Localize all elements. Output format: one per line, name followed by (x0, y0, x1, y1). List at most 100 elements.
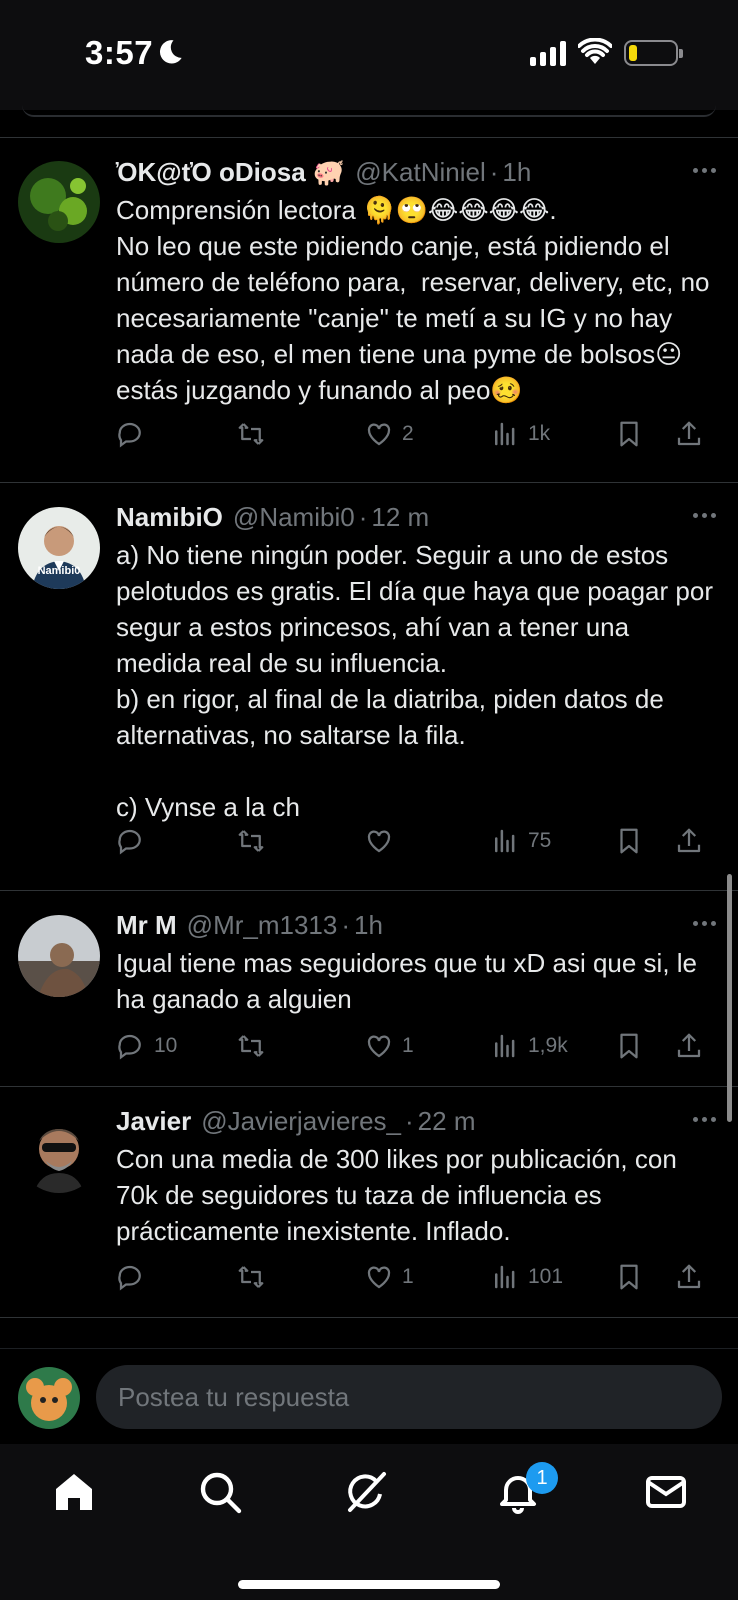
more-options-icon[interactable] (693, 497, 716, 533)
grok-icon (348, 1472, 386, 1512)
more-options-icon[interactable] (693, 152, 716, 188)
wifi-icon (578, 38, 612, 64)
share-button[interactable] (674, 1259, 704, 1295)
avatar[interactable] (18, 1111, 100, 1193)
user-handle[interactable]: @Javierjavieres_ (201, 1106, 401, 1137)
like-button[interactable]: 1 (364, 1259, 414, 1295)
bookmark-button[interactable] (614, 416, 644, 452)
bookmark-icon (620, 421, 638, 447)
battery-icon (624, 40, 683, 66)
tweet-actions: 75 (116, 823, 720, 859)
bookmark-icon (620, 828, 638, 854)
status-time: 3:57 (85, 34, 154, 71)
views-chart-icon (495, 829, 515, 853)
replies-timeline[interactable]: ὈK@tὈ oDiosa 🐖 @KatNiniel · 1h Comprensi… (0, 137, 738, 1318)
tweet[interactable]: Namibi0 NamibiO @Namibi0 · 12 m a) No ti… (0, 482, 738, 890)
avatar[interactable] (18, 161, 100, 243)
share-button[interactable] (674, 1028, 704, 1064)
status-bar: 3:57 (0, 0, 738, 117)
tweet-header: ὈK@tὈ oDiosa 🐖 @KatNiniel · 1h (116, 156, 532, 188)
header-edge (22, 105, 716, 117)
tweet-actions: 1 101 (116, 1259, 720, 1295)
reply-composer (0, 1348, 738, 1444)
more-options-icon[interactable] (693, 905, 716, 941)
nav-search[interactable] (196, 1468, 244, 1516)
moon-icon (159, 40, 182, 64)
tweet[interactable]: ὈK@tὈ oDiosa 🐖 @KatNiniel · 1h Comprensi… (0, 137, 738, 482)
notifications-badge: 1 (526, 1462, 558, 1494)
bookmark-icon (620, 1264, 638, 1290)
home-indicator[interactable] (238, 1580, 500, 1589)
like-button[interactable] (364, 823, 402, 859)
display-name[interactable]: Javier (116, 1106, 191, 1137)
display-name[interactable]: ὈK@tὈ oDiosa 🐖 (116, 157, 345, 188)
retweet-button[interactable] (236, 823, 274, 859)
timestamp[interactable]: 12 m (371, 502, 429, 533)
reply-input[interactable] (96, 1365, 722, 1429)
nav-messages[interactable] (642, 1468, 690, 1516)
home-icon (56, 1474, 92, 1510)
like-button[interactable]: 1 (364, 1028, 414, 1064)
views-chart-icon (495, 422, 515, 446)
tweet-text: Comprensión lectora 🫠🙄😂😂😂😂. No leo que e… (116, 195, 710, 405)
more-options-icon[interactable] (693, 1101, 716, 1137)
share-icon (677, 1264, 701, 1289)
retweet-icon (238, 1035, 264, 1057)
retweet-button[interactable] (236, 416, 274, 452)
share-button[interactable] (674, 823, 704, 859)
bottom-navigation: 1 (0, 1444, 738, 1600)
user-handle[interactable]: @Namibi0 (233, 502, 355, 533)
retweet-button[interactable] (236, 1028, 274, 1064)
scrollbar[interactable] (727, 874, 732, 1122)
views-button[interactable]: 1k (490, 416, 550, 452)
tweet[interactable]: Javier @Javierjavieres_ · 22 m Con una m… (0, 1086, 738, 1318)
nav-grok[interactable] (342, 1468, 390, 1516)
tweet-text: Con una media de 300 likes por publicaci… (116, 1144, 685, 1246)
reply-icon (118, 1265, 141, 1291)
reply-button[interactable] (116, 416, 154, 452)
share-icon (677, 828, 701, 853)
views-button[interactable]: 75 (490, 823, 551, 859)
share-icon (677, 421, 701, 446)
display-name[interactable]: NamibiO (116, 502, 223, 533)
reply-icon (118, 829, 141, 855)
reply-button[interactable]: 10 (116, 1028, 177, 1064)
bookmark-button[interactable] (614, 1259, 644, 1295)
tweet-text: a) No tiene ningún poder. Seguir a uno d… (116, 540, 713, 822)
bookmark-button[interactable] (614, 823, 644, 859)
views-button[interactable]: 101 (490, 1259, 563, 1295)
tweet-actions: 10 1 1,9k (116, 1028, 720, 1064)
share-icon (677, 1033, 701, 1058)
heart-icon (367, 423, 391, 446)
tweet-header: Javier @Javierjavieres_ · 22 m (116, 1105, 476, 1137)
share-button[interactable] (674, 416, 704, 452)
like-button[interactable]: 2 (364, 416, 414, 452)
tweet[interactable]: Mr M @Mr_m1313 · 1h Igual tiene mas segu… (0, 890, 738, 1086)
tweet-text: Igual tiene mas seguidores que tu xD asi… (116, 948, 705, 1014)
timestamp[interactable]: 1h (354, 910, 383, 941)
timestamp[interactable]: 1h (502, 157, 531, 188)
cellular-signal-icon (530, 40, 566, 66)
reply-button[interactable] (116, 823, 154, 859)
avatar[interactable] (18, 915, 100, 997)
user-handle[interactable]: @KatNiniel (355, 157, 485, 188)
views-chart-icon (495, 1265, 515, 1289)
avatar-label: Namibi0 (37, 565, 81, 577)
timestamp[interactable]: 22 m (418, 1106, 476, 1137)
views-button[interactable]: 1,9k (490, 1028, 568, 1064)
display-name[interactable]: Mr M (116, 910, 177, 941)
retweet-button[interactable] (236, 1259, 274, 1295)
tweet-header: NamibiO @Namibi0 · 12 m (116, 501, 430, 533)
views-chart-icon (495, 1034, 515, 1058)
retweet-icon (238, 423, 264, 445)
retweet-icon (238, 830, 264, 852)
heart-icon (367, 1035, 391, 1058)
bookmark-button[interactable] (614, 1028, 644, 1064)
mail-icon (646, 1476, 686, 1508)
my-avatar[interactable] (18, 1367, 80, 1429)
search-icon (200, 1472, 242, 1514)
avatar[interactable]: Namibi0 (18, 507, 100, 589)
reply-button[interactable] (116, 1259, 154, 1295)
user-handle[interactable]: @Mr_m1313 (187, 910, 338, 941)
nav-home[interactable] (50, 1468, 98, 1516)
